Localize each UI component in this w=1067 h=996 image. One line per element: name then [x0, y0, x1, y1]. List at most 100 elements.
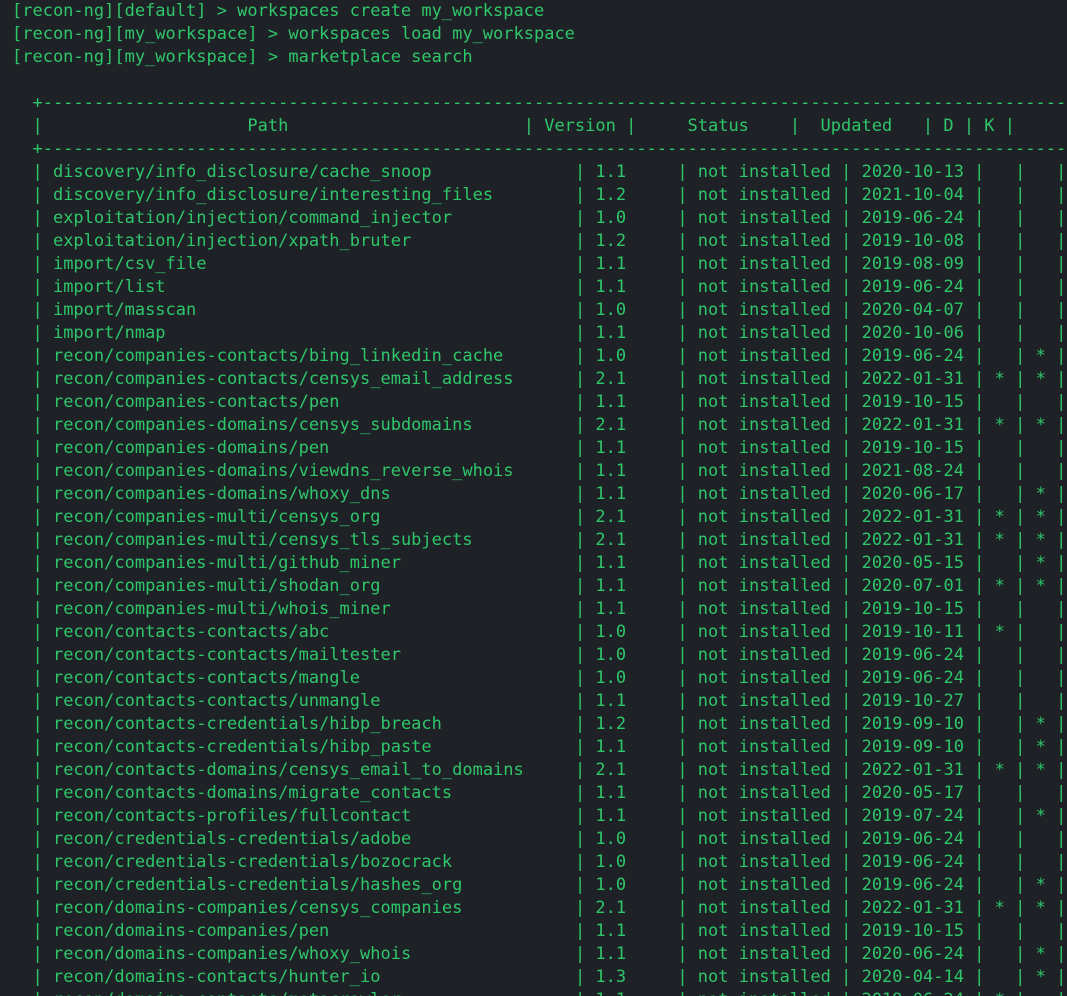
cell-separator: | [830, 645, 862, 665]
cell-separator: | [1045, 760, 1067, 780]
cell-separator: | [12, 162, 53, 182]
cell-separator: | [12, 530, 53, 550]
cell-d: * [994, 576, 1005, 596]
cell-separator: | [1045, 691, 1067, 711]
cell-path: import/masscan [52, 300, 565, 320]
cell-separator: | [564, 898, 596, 918]
cell-separator: | [667, 852, 698, 872]
cell-separator: | [564, 254, 596, 274]
cell-d [995, 737, 1005, 757]
cell-separator: | [12, 392, 53, 412]
cell-separator: | [667, 484, 698, 504]
cell-k [1036, 461, 1046, 481]
cell-separator: | [963, 438, 995, 458]
cell-updated: 2020-06-17 [861, 484, 964, 504]
cell-d [995, 944, 1005, 964]
cell-updated: 2019-06-24 [861, 346, 964, 366]
cell-path: exploitation/injection/xpath_bruter [52, 231, 565, 251]
cell-separator: | [830, 599, 862, 619]
cell-d [995, 875, 1005, 895]
cell-version: 2.1 [595, 369, 668, 389]
cell-updated: 2021-10-04 [861, 185, 964, 205]
cell-separator: | [667, 622, 698, 642]
cell-separator: | [564, 691, 596, 711]
cell-separator: | [830, 231, 862, 251]
cell-separator: | [667, 967, 698, 987]
cell-path: recon/companies-multi/censys_org [52, 507, 565, 527]
cell-separator: | [1004, 622, 1036, 642]
cell-separator: | [830, 484, 862, 504]
cell-path: recon/domains-companies/pen [52, 921, 565, 941]
cell-path: recon/domains-contacts/metacrawler [53, 990, 565, 996]
cell-separator: | [963, 714, 995, 734]
cell-k [1036, 829, 1046, 849]
cell-status: not installed [697, 668, 831, 688]
table-row: | recon/companies-contacts/censys_email_… [12, 368, 1067, 391]
cell-separator: | [963, 576, 995, 596]
cell-path: recon/companies-contacts/bing_linkedin_c… [52, 346, 565, 366]
cell-updated: 2020-10-13 [861, 162, 964, 182]
cell-separator: | [1045, 783, 1067, 803]
cell-separator: | [1045, 438, 1067, 458]
cell-updated: 2019-06-24 [861, 208, 964, 228]
cell-separator: | [1045, 875, 1067, 895]
cell-separator: | [1045, 530, 1067, 550]
cell-status: not installed [697, 392, 831, 412]
cell-separator: | [830, 323, 862, 343]
cell-separator: | [12, 944, 53, 964]
cell-separator: | [667, 208, 698, 228]
cell-separator: | [1045, 346, 1067, 366]
cell-separator: | [564, 967, 596, 987]
cell-separator: | [963, 875, 995, 895]
table-row: | recon/companies-domains/whoxy_dns | 1.… [12, 483, 1067, 506]
cell-version: 1.1 [595, 277, 668, 297]
cell-version: 1.1 [595, 921, 668, 941]
cell-separator: | [963, 944, 995, 964]
cell-separator: | [1045, 737, 1067, 757]
cell-path: import/list [52, 277, 565, 297]
table-row: | recon/contacts-credentials/hibp_paste … [12, 736, 1067, 759]
cell-version: 2.1 [595, 507, 668, 527]
cell-k: * [1035, 530, 1046, 550]
cell-separator: | [963, 760, 995, 780]
cell-updated: 2019-07-24 [861, 806, 964, 826]
cell-updated: 2019-06-24 [861, 852, 964, 872]
cell-k: * [1035, 576, 1046, 596]
cell-separator: | [564, 760, 596, 780]
cell-separator: | [667, 921, 698, 941]
cell-separator: | [1046, 990, 1066, 996]
cell-separator: | [1004, 300, 1036, 320]
cell-updated: 2022-01-31 [861, 898, 964, 918]
cell-d [995, 231, 1005, 251]
cell-k: * [1035, 553, 1046, 573]
cell-updated: 2020-10-06 [861, 323, 964, 343]
cell-separator: | [564, 599, 596, 619]
cell-d [995, 714, 1005, 734]
table-row: | import/csv_file | 1.1 | not installed … [12, 253, 1067, 276]
cell-separator: | [830, 415, 862, 435]
cell-updated: 2019-10-11 [861, 622, 964, 642]
cell-separator: | [830, 921, 862, 941]
cell-separator: | [12, 875, 53, 895]
cell-status: not installed [697, 806, 831, 826]
cell-separator: | [963, 668, 995, 688]
cell-k [1036, 691, 1046, 711]
cell-separator: | [1004, 185, 1036, 205]
cell-separator: | [667, 714, 698, 734]
cell-updated: 2019-09-10 [861, 714, 964, 734]
cell-status: not installed [697, 599, 831, 619]
cell-separator: | [963, 783, 995, 803]
table-row: | recon/contacts-contacts/unmangle | 1.1… [12, 690, 1067, 713]
terminal-window[interactable]: [recon-ng][default] > workspaces create … [0, 0, 1067, 996]
cell-k: * [1035, 967, 1046, 987]
cell-k: * [1035, 346, 1046, 366]
cell-path: recon/contacts-credentials/hibp_breach [52, 714, 565, 734]
cell-separator: | [830, 967, 862, 987]
cell-separator: | [1004, 898, 1036, 918]
cell-separator: | [963, 162, 995, 182]
cell-separator: | [830, 829, 862, 849]
cell-separator: | [1045, 392, 1067, 412]
cell-separator: | [12, 599, 53, 619]
cell-separator: | [1004, 392, 1036, 412]
table-row: | recon/domains-contacts/hunter_io | 1.3… [12, 966, 1067, 989]
